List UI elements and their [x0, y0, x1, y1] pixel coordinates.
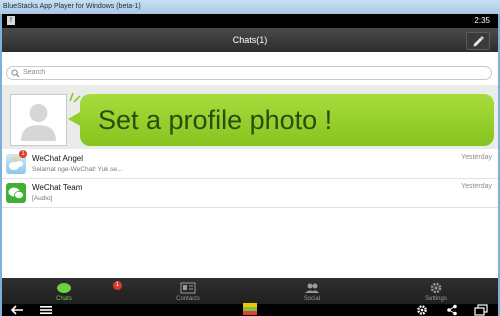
tab-label: Social — [303, 296, 321, 302]
tab-chats[interactable]: Chats 1 — [2, 278, 126, 304]
default-avatar-icon — [21, 104, 56, 141]
emulator-screen: ! 2:35 Chats(1) Search Set a profile pho… — [2, 14, 498, 316]
chat-content: Search Set a profile photo ! 1 WeChat An… — [2, 52, 498, 278]
tab-social[interactable]: Social — [250, 278, 374, 304]
search-input[interactable]: Search — [6, 66, 492, 80]
window-title-bar[interactable]: BlueStacks App Player for Windows (beta-… — [0, 0, 500, 14]
banner-text: Set a profile photo ! — [98, 105, 333, 135]
unread-badge: 1 — [19, 150, 27, 158]
tab-contacts[interactable]: Contacts — [126, 278, 250, 304]
chat-list: 1 WeChat Angel Selamat nge-WeChat! Yuk s… — [2, 150, 498, 208]
chat-preview: [Audio] — [32, 195, 53, 202]
menu-icon[interactable] — [40, 305, 52, 315]
app-header: Chats(1) — [2, 28, 498, 52]
status-bar: ! 2:35 — [2, 14, 498, 28]
bottom-tab-bar: Chats 1 Contacts Social Settings — [2, 278, 498, 304]
avatar-placeholder[interactable] — [10, 94, 67, 146]
chat-preview: Selamat nge-WeChat! Yuk se... — [32, 166, 123, 173]
profile-photo-banner[interactable]: Set a profile photo ! — [2, 85, 498, 149]
tab-badge: 1 — [113, 281, 122, 290]
android-nav-bar — [2, 302, 498, 316]
share-icon[interactable] — [446, 304, 458, 316]
chat-time: Yesterday — [461, 183, 492, 190]
chat-row-wechat-team[interactable]: WeChat Team [Audio] Yesterday — [2, 179, 498, 208]
pencil-icon — [473, 35, 485, 47]
search-placeholder: Search — [23, 69, 46, 76]
chat-row-wechat-angel[interactable]: 1 WeChat Angel Selamat nge-WeChat! Yuk s… — [2, 150, 498, 179]
compose-button[interactable] — [466, 32, 490, 50]
tab-label: Contacts — [176, 296, 200, 302]
window-title: BlueStacks App Player for Windows (beta-… — [3, 3, 141, 10]
notification-icon[interactable]: ! — [7, 16, 15, 25]
tab-settings[interactable]: Settings — [374, 278, 498, 304]
bluestacks-logo-icon[interactable] — [240, 302, 260, 316]
tab-label: Chats — [56, 296, 72, 302]
contacts-card-icon — [180, 282, 196, 294]
tab-label: Settings — [425, 296, 447, 302]
people-icon — [305, 283, 319, 293]
settings-gear-icon[interactable] — [416, 304, 428, 316]
wechat-team-avatar — [6, 183, 26, 203]
chat-name: WeChat Team — [32, 183, 83, 192]
page-title: Chats(1) — [232, 35, 268, 45]
wechat-logo-icon — [8, 187, 24, 199]
search-icon — [11, 69, 20, 78]
status-clock: 2:35 — [474, 16, 490, 25]
set-profile-photo-button[interactable]: Set a profile photo ! — [80, 94, 494, 146]
chat-bubble-icon — [57, 283, 71, 293]
chat-name: WeChat Angel — [32, 154, 83, 163]
back-arrow-icon[interactable] — [10, 305, 24, 315]
gear-icon — [430, 282, 442, 294]
chat-time: Yesterday — [461, 154, 492, 161]
multiwindow-icon[interactable] — [474, 304, 488, 316]
